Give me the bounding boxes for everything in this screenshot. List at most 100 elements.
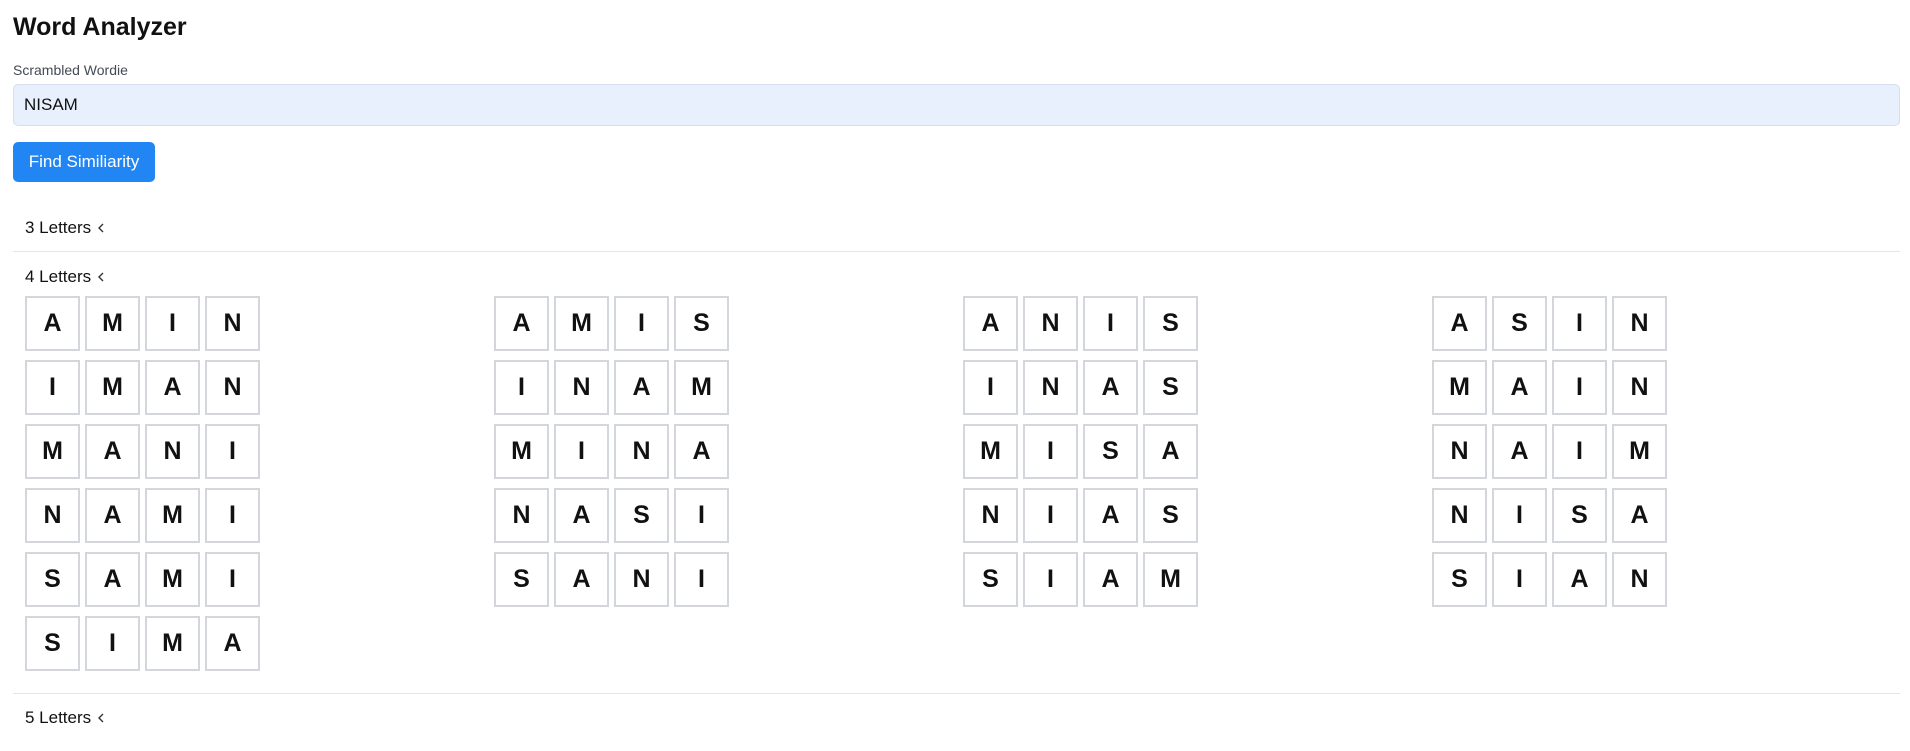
four-letter-words-grid: AMINIMANMANINAMISAMISIMAAMISINAMMINANASI… — [25, 296, 1900, 676]
letter-tile: M — [145, 488, 200, 543]
letter-tile: N — [205, 296, 260, 351]
letter-tile: A — [1432, 296, 1487, 351]
word-tiles-mina[interactable]: MINA — [494, 424, 729, 479]
word-tiles-sima[interactable]: SIMA — [25, 616, 260, 671]
word-tiles-asin[interactable]: ASIN — [1432, 296, 1667, 351]
group-header-3-letters[interactable]: 3 Letters — [25, 217, 105, 239]
word-tiles-siam[interactable]: SIAM — [963, 552, 1198, 607]
letter-tile: S — [25, 552, 80, 607]
letter-tile: S — [1143, 296, 1198, 351]
letter-tile: I — [963, 360, 1018, 415]
group-divider — [13, 251, 1900, 252]
scrambled-word-input[interactable] — [13, 84, 1900, 126]
letter-tile: S — [25, 616, 80, 671]
letter-tile: N — [963, 488, 1018, 543]
letter-tile: A — [1552, 552, 1607, 607]
word-tiles-mani[interactable]: MANI — [25, 424, 260, 479]
letter-tile: I — [1023, 424, 1078, 479]
letter-tile: M — [25, 424, 80, 479]
chevron-left-icon — [98, 223, 104, 233]
group-header-4-letters[interactable]: 4 Letters — [25, 266, 105, 288]
letter-tile: A — [85, 552, 140, 607]
letter-tile: I — [1023, 552, 1078, 607]
letter-tile: M — [1143, 552, 1198, 607]
letter-tile: S — [963, 552, 1018, 607]
letter-tile: I — [1552, 424, 1607, 479]
letter-tile: I — [85, 616, 140, 671]
letter-tile: N — [1432, 488, 1487, 543]
scrambled-word-label: Scrambled Wordie — [13, 62, 128, 78]
letter-tile: A — [1083, 360, 1138, 415]
group-divider — [13, 693, 1900, 694]
letter-tile: I — [554, 424, 609, 479]
letter-tile: N — [205, 360, 260, 415]
letter-tile: M — [554, 296, 609, 351]
word-analyzer-page: Word Analyzer Scrambled Wordie Find Simi… — [0, 0, 1910, 751]
letter-tile: I — [494, 360, 549, 415]
group-label-3-letters: 3 Letters — [25, 218, 92, 237]
word-tiles-sian[interactable]: SIAN — [1432, 552, 1667, 607]
letter-tile: S — [1432, 552, 1487, 607]
chevron-left-icon — [98, 713, 104, 723]
word-tiles-nasi[interactable]: NASI — [494, 488, 729, 543]
letter-tile: I — [1552, 296, 1607, 351]
letter-tile: A — [1612, 488, 1667, 543]
letter-tile: I — [674, 552, 729, 607]
letter-tile: N — [1612, 360, 1667, 415]
letter-tile: A — [1492, 360, 1547, 415]
letter-tile: N — [494, 488, 549, 543]
word-tiles-nisa[interactable]: NISA — [1432, 488, 1667, 543]
word-tiles-naim[interactable]: NAIM — [1432, 424, 1667, 479]
find-similarity-button[interactable]: Find Similiarity — [13, 142, 155, 182]
letter-tile: A — [205, 616, 260, 671]
letter-tile: A — [554, 488, 609, 543]
word-tiles-anis[interactable]: ANIS — [963, 296, 1198, 351]
group-label-5-letters: 5 Letters — [25, 708, 92, 727]
letter-tile: I — [145, 296, 200, 351]
letter-tile: S — [1143, 360, 1198, 415]
word-tiles-nias[interactable]: NIAS — [963, 488, 1198, 543]
letter-tile: A — [963, 296, 1018, 351]
letter-tile: A — [1083, 488, 1138, 543]
letter-tile: N — [145, 424, 200, 479]
letter-tile: S — [1143, 488, 1198, 543]
letter-tile: M — [963, 424, 1018, 479]
letter-tile: I — [674, 488, 729, 543]
word-tiles-amis[interactable]: AMIS — [494, 296, 729, 351]
letter-tile: A — [1083, 552, 1138, 607]
letter-tile: A — [1492, 424, 1547, 479]
word-tiles-nami[interactable]: NAMI — [25, 488, 260, 543]
word-tiles-amin[interactable]: AMIN — [25, 296, 260, 351]
letter-tile: N — [1023, 296, 1078, 351]
letter-tile: I — [25, 360, 80, 415]
letter-tile: S — [614, 488, 669, 543]
letter-tile: M — [85, 360, 140, 415]
word-tiles-sani[interactable]: SANI — [494, 552, 729, 607]
word-tiles-inam[interactable]: INAM — [494, 360, 729, 415]
letter-tile: I — [614, 296, 669, 351]
letter-tile: S — [1552, 488, 1607, 543]
letter-tile: A — [674, 424, 729, 479]
word-tiles-misa[interactable]: MISA — [963, 424, 1198, 479]
group-header-5-letters[interactable]: 5 Letters — [25, 707, 105, 729]
letter-tile: N — [554, 360, 609, 415]
letter-tile: I — [1083, 296, 1138, 351]
letter-tile: N — [1612, 552, 1667, 607]
word-tiles-sami[interactable]: SAMI — [25, 552, 260, 607]
letter-tile: A — [145, 360, 200, 415]
letter-tile: I — [1023, 488, 1078, 543]
letter-tile: I — [1552, 360, 1607, 415]
letter-tile: M — [85, 296, 140, 351]
letter-tile: A — [1143, 424, 1198, 479]
letter-tile: N — [614, 552, 669, 607]
word-tiles-iman[interactable]: IMAN — [25, 360, 260, 415]
letter-tile: N — [25, 488, 80, 543]
chevron-left-icon — [98, 272, 104, 282]
letter-tile: A — [85, 424, 140, 479]
word-tiles-main[interactable]: MAIN — [1432, 360, 1667, 415]
letter-tile: N — [1023, 360, 1078, 415]
letter-tile: M — [1612, 424, 1667, 479]
letter-tile: A — [85, 488, 140, 543]
letter-tile: N — [614, 424, 669, 479]
word-tiles-inas[interactable]: INAS — [963, 360, 1198, 415]
